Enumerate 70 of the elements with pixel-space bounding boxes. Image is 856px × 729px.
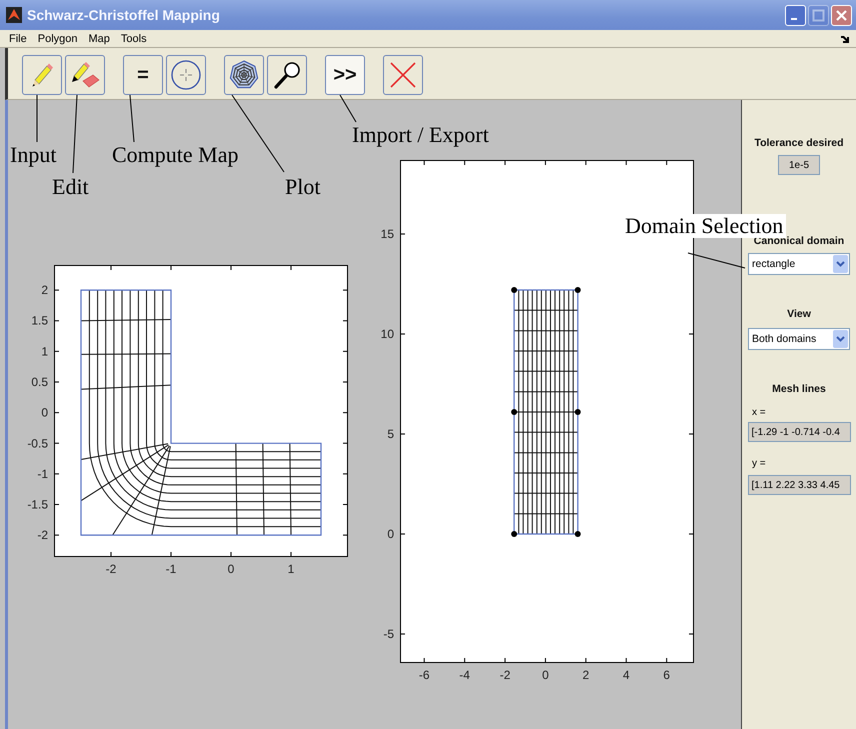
field-label: Tolerance desired — [754, 137, 844, 149]
tick-label: -0.5 — [27, 436, 48, 450]
mesh-y-field[interactable]: [1.11 2.22 3.33 4.45 — [748, 475, 850, 495]
plot-button[interactable] — [224, 55, 264, 95]
tick-label: 1 — [288, 562, 294, 576]
annotation-label: Import / Export — [352, 124, 489, 146]
tick-label: -1.5 — [27, 498, 48, 512]
toolbar-button[interactable]: = — [123, 55, 163, 95]
tick-label: -1 — [37, 466, 48, 481]
crosshair-icon — [170, 59, 202, 91]
tick-label: -6 — [418, 668, 430, 682]
window-title: Schwarz-Christoffel Mapping — [27, 7, 221, 23]
tick-label: -1 — [166, 562, 176, 576]
menu-item[interactable]: Map — [88, 32, 110, 44]
tick-label: -4 — [459, 668, 470, 682]
toolbar-button[interactable]: >> — [325, 55, 365, 95]
close-icon — [390, 62, 416, 88]
input-button[interactable] — [22, 55, 62, 95]
annotation-label: Compute Map — [112, 144, 238, 166]
mesh-x-field[interactable]: [-1.29 -1 -0.714 -0.4 — [748, 422, 850, 442]
tick-label: 15 — [380, 227, 394, 241]
tolerance-field[interactable]: 1e-5 — [778, 155, 820, 175]
tick-label: -2 — [37, 528, 48, 542]
tick-label: 0 — [542, 668, 549, 682]
crosshair-button[interactable] — [166, 55, 206, 95]
tick-label: -2 — [106, 562, 116, 576]
tick-label: 1 — [41, 344, 48, 358]
field-label: y = — [752, 458, 766, 469]
leader-line — [688, 252, 746, 268]
leader-line — [340, 94, 356, 122]
maximize-icon — [812, 9, 824, 21]
field-label: Mesh lines — [772, 383, 826, 395]
annotation-label: Plot — [285, 176, 320, 198]
field-label: x = — [752, 407, 766, 418]
minimize-button[interactable] — [785, 4, 806, 26]
tick-label: 0.5 — [31, 375, 48, 389]
close-icon — [836, 9, 848, 21]
web-icon — [230, 60, 258, 88]
chevron-down-icon — [833, 330, 848, 348]
leader-line — [130, 94, 134, 142]
app-icon — [6, 7, 22, 23]
tick-label: 10 — [380, 327, 394, 341]
search-icon — [274, 62, 300, 89]
tick-label: 2 — [582, 668, 590, 682]
field-label: Canonical domain — [754, 235, 844, 247]
tick-label: 6 — [663, 668, 670, 682]
tick-label: 1.5 — [31, 314, 48, 328]
view-dropdown[interactable]: Both domains — [748, 328, 850, 350]
menu-item[interactable]: Polygon — [38, 32, 78, 44]
close-button[interactable] — [383, 55, 423, 95]
menu-item[interactable]: Tools — [120, 32, 147, 44]
menu-item[interactable]: File — [9, 32, 27, 44]
leader-line — [36, 94, 38, 142]
tick-label: -5 — [383, 627, 394, 641]
field-label: View — [787, 308, 811, 320]
tick-label: -2 — [500, 668, 510, 682]
tick-label: 4 — [622, 668, 630, 682]
tick-label: 2 — [41, 283, 48, 298]
edit-button[interactable] — [65, 55, 105, 95]
annotation-label: Input — [10, 144, 56, 166]
tick-label: 0 — [387, 527, 394, 541]
chevron-down-icon — [833, 255, 848, 273]
arrow-icon[interactable] — [841, 34, 850, 42]
tick-label: 0 — [41, 406, 48, 420]
tick-label: 0 — [228, 562, 234, 576]
annotation-label: Edit — [52, 176, 89, 198]
zoom-button[interactable] — [267, 55, 307, 95]
minimize-icon — [791, 18, 797, 20]
canonical-domain-dropdown[interactable]: rectangle — [748, 253, 850, 275]
tick-label: 5 — [387, 427, 394, 441]
